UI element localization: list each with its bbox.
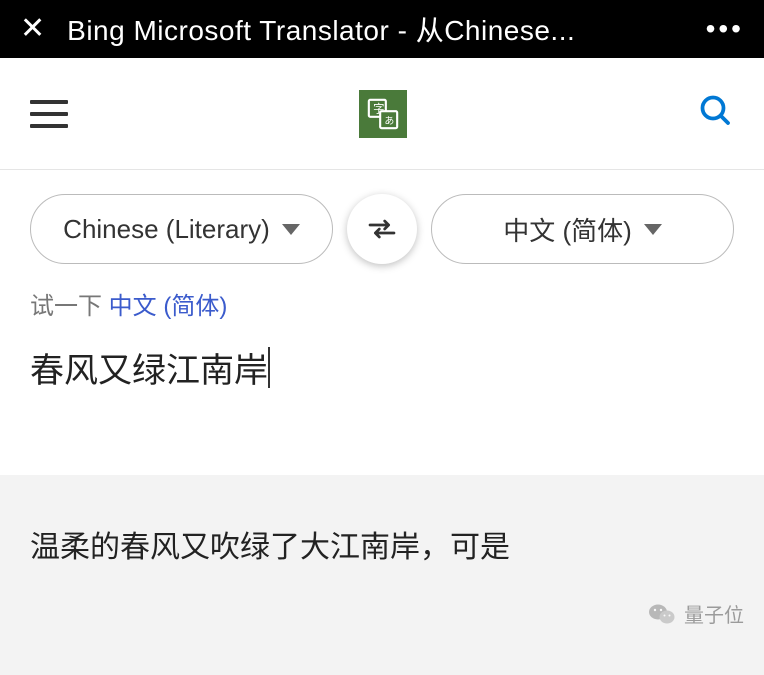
app-header: 字 あ	[0, 58, 764, 170]
translator-logo[interactable]: 字 あ	[359, 90, 407, 138]
svg-text:あ: あ	[384, 114, 394, 126]
chevron-down-icon	[282, 224, 300, 235]
language-selector-row: Chinese (Literary) 中文 (简体)	[0, 170, 764, 282]
svg-text:字: 字	[373, 101, 384, 115]
target-language-dropdown[interactable]: 中文 (简体)	[431, 194, 734, 264]
menu-icon[interactable]	[30, 100, 68, 128]
browser-bar: ✕ Bing Microsoft Translator - 从Chinese..…	[0, 0, 764, 58]
try-prefix: 试一下	[30, 293, 102, 320]
wechat-icon	[648, 602, 676, 626]
chevron-down-icon	[644, 224, 662, 235]
swap-languages-button[interactable]	[347, 194, 417, 264]
more-icon[interactable]: •••	[706, 13, 744, 45]
try-language-link[interactable]: 中文 (简体)	[109, 293, 228, 320]
target-language-label: 中文 (简体)	[503, 211, 632, 248]
source-text: 春风又绿江南岸	[30, 343, 268, 392]
search-icon[interactable]	[698, 93, 734, 134]
page-title: Bing Microsoft Translator - 从Chinese...	[67, 9, 683, 49]
try-suggestion: 试一下 中文 (简体)	[0, 282, 764, 335]
source-language-dropdown[interactable]: Chinese (Literary)	[30, 194, 333, 264]
translated-text: 温柔的春风又吹绿了大江南岸，可是	[30, 525, 734, 570]
watermark: 量子位	[648, 599, 744, 628]
close-icon[interactable]: ✕	[20, 14, 45, 44]
source-language-label: Chinese (Literary)	[63, 214, 270, 245]
watermark-text: 量子位	[684, 599, 744, 628]
source-text-input[interactable]: 春风又绿江南岸	[0, 335, 764, 475]
translation-output: 温柔的春风又吹绿了大江南岸，可是	[0, 475, 764, 675]
